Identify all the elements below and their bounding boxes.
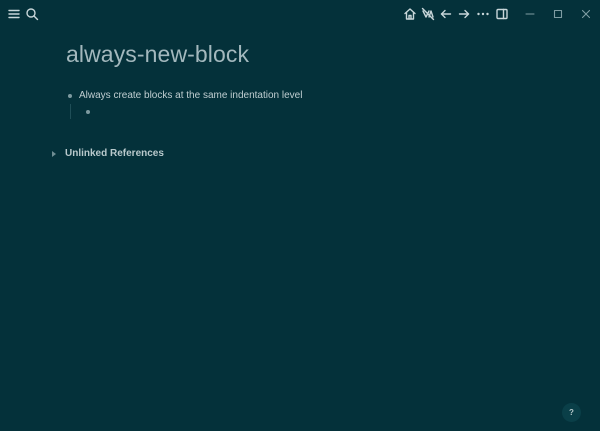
child-block-bullet[interactable]: [86, 110, 90, 114]
menu-icon[interactable]: [6, 6, 22, 22]
forward-arrow-icon[interactable]: [456, 6, 472, 22]
page-title[interactable]: always-new-block: [66, 41, 249, 68]
top-toolbar: [0, 0, 600, 28]
help-button[interactable]: ?: [562, 403, 581, 422]
block-bullet[interactable]: [68, 94, 72, 98]
home-icon[interactable]: [402, 6, 418, 22]
indent-guide: [70, 104, 71, 119]
no-sync-icon[interactable]: [420, 6, 436, 22]
back-arrow-icon[interactable]: [438, 6, 454, 22]
block-text[interactable]: Always create blocks at the same indenta…: [79, 89, 302, 103]
search-icon[interactable]: [24, 6, 40, 22]
maximize-icon[interactable]: [550, 6, 566, 22]
minimize-icon[interactable]: [522, 6, 538, 22]
close-icon[interactable]: [578, 6, 594, 22]
sidebar-toggle-icon[interactable]: [494, 6, 510, 22]
child-block-item[interactable]: [84, 104, 284, 119]
unlinked-references-label[interactable]: Unlinked References: [65, 148, 164, 159]
chevron-right-icon[interactable]: [52, 151, 56, 157]
app-window: always-new-block Always create blocks at…: [0, 0, 600, 431]
more-icon[interactable]: [475, 6, 491, 22]
